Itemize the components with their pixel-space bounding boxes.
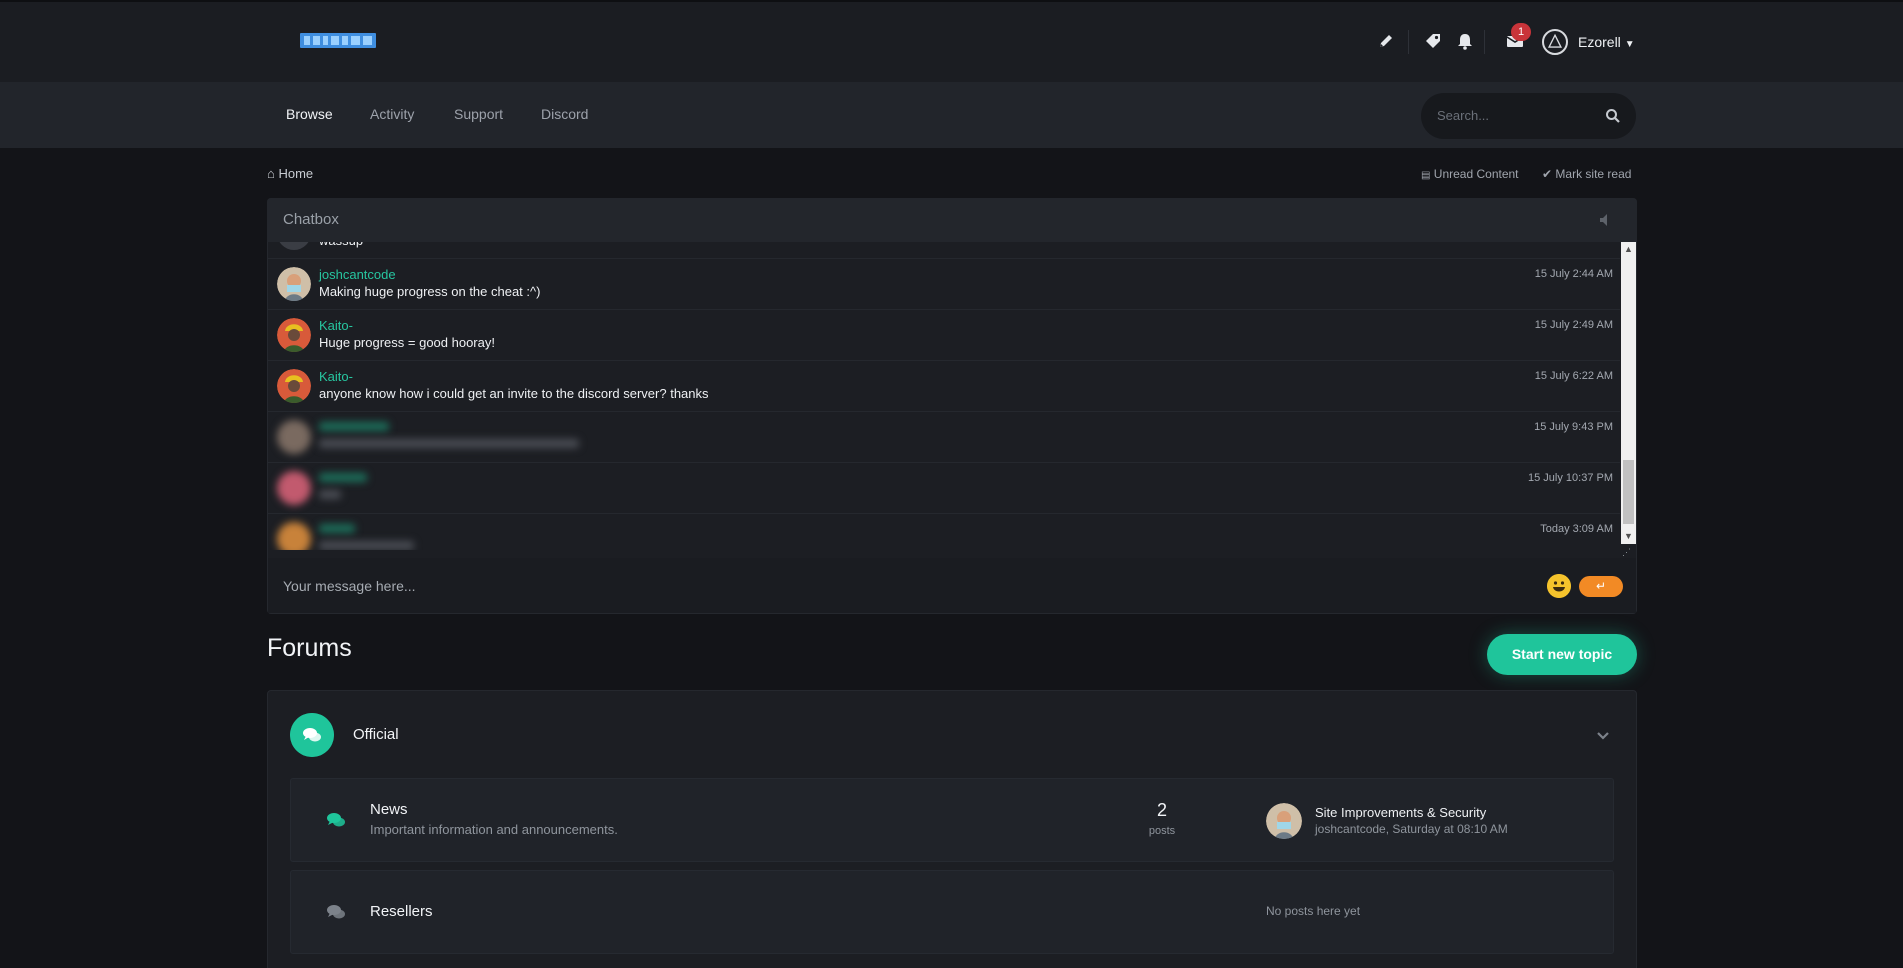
chevron-down-icon[interactable] <box>1596 729 1610 743</box>
forum-row-resellers[interactable] <box>290 870 1614 954</box>
caret-down-icon: ▼ <box>1624 39 1635 50</box>
pencil-icon[interactable] <box>1376 31 1396 51</box>
breadcrumb-home[interactable]: ⌂ Home <box>267 166 313 181</box>
mark-site-read-link[interactable]: ✔ Mark site read <box>1542 167 1631 181</box>
nav-discord[interactable]: Discord <box>541 106 588 122</box>
chat-timestamp: Today 3:09 AM <box>1540 523 1613 535</box>
chatbox-header <box>267 198 1637 242</box>
chat-username[interactable]: Kaito- <box>319 369 353 384</box>
nav-activity[interactable]: Activity <box>370 106 414 122</box>
breadcrumb-home-label: Home <box>278 166 314 181</box>
chat-timestamp: 15 July 9:43 PM <box>1534 421 1613 433</box>
user-avatar-icon[interactable] <box>1542 29 1568 55</box>
forum-row-news[interactable] <box>290 778 1614 862</box>
home-icon: ⌂ <box>267 166 275 181</box>
chat-username[interactable]: joshcantcode <box>319 267 396 282</box>
blurred-username <box>319 422 389 431</box>
chat-message-text: wassup <box>319 242 363 248</box>
forum-description: Important information and announcements. <box>370 822 618 837</box>
last-post-meta: joshcantcode, Saturday at 08:10 AM <box>1315 822 1508 836</box>
avatar[interactable] <box>277 471 311 505</box>
avatar[interactable] <box>277 522 311 550</box>
nav-browse[interactable]: Browse <box>286 106 333 122</box>
forum-name[interactable]: News <box>370 801 408 818</box>
nav-support[interactable]: Support <box>454 106 503 122</box>
forum-post-count-label: posts <box>1148 825 1176 837</box>
avatar[interactable] <box>277 420 311 454</box>
check-icon: ✔ <box>1542 167 1553 181</box>
unread-icon: ▤ <box>1421 170 1431 181</box>
chat-message-text: Huge progress = good hooray! <box>319 335 495 350</box>
search-input[interactable]: Search... <box>1437 108 1489 123</box>
start-new-topic-button[interactable]: Start new topic <box>1487 634 1637 675</box>
blurred-username <box>319 524 355 533</box>
scroll-up-icon[interactable]: ▲ <box>1623 243 1634 255</box>
chat-username[interactable]: Kaito- <box>319 318 353 333</box>
username-label: Ezorell <box>1578 34 1621 50</box>
chat-message: Kaito- anyone know how i could get an in… <box>268 361 1620 412</box>
last-post-title[interactable]: Site Improvements & Security <box>1315 805 1486 820</box>
header-divider <box>1408 30 1409 54</box>
category-name[interactable]: Official <box>353 726 399 743</box>
chat-message: Kaito- Huge progress = good hooray! 15 J… <box>268 310 1620 361</box>
chat-message: 15 July 10:37 PM <box>268 463 1620 514</box>
username-dropdown[interactable]: Ezorell ▼ <box>1578 34 1635 50</box>
avatar[interactable] <box>277 267 311 301</box>
chat-scrollbar-thumb[interactable] <box>1623 460 1634 524</box>
chat-message: 15 July 9:43 PM <box>268 412 1620 463</box>
comments-icon <box>327 813 345 827</box>
chat-message-input[interactable] <box>275 567 1625 605</box>
chat-message: Today 3:09 AM <box>268 514 1620 550</box>
blurred-text <box>319 541 414 550</box>
emoji-icon[interactable] <box>1547 574 1571 598</box>
comments-icon <box>290 713 334 757</box>
notification-badge: 1 <box>1511 23 1531 41</box>
chat-message-text: Making huge progress on the cheat :^) <box>319 284 541 299</box>
forum-post-count: 2 <box>1156 800 1167 820</box>
resize-grip-icon[interactable]: ⋰ <box>1622 548 1634 557</box>
no-posts-label: No posts here yet <box>1266 904 1361 918</box>
chat-messages[interactable]: wassup joshcantcode Making huge progress… <box>268 242 1620 550</box>
chat-timestamp: 15 July 10:37 PM <box>1528 472 1613 484</box>
scroll-down-icon[interactable]: ▼ <box>1623 530 1634 542</box>
blurred-text <box>319 439 579 448</box>
blurred-username <box>319 473 367 482</box>
avatar[interactable] <box>277 318 311 352</box>
tag-icon[interactable] <box>1423 31 1443 51</box>
send-button[interactable]: ↵ <box>1579 576 1623 597</box>
comments-icon <box>327 905 345 919</box>
chat-timestamp: 15 July 6:22 AM <box>1534 370 1613 382</box>
blurred-text <box>319 490 341 499</box>
unread-content-label: Unread Content <box>1433 167 1519 181</box>
bell-icon[interactable] <box>1455 31 1475 51</box>
chat-message-text: anyone know how i could get an invite to… <box>319 386 709 401</box>
site-logo[interactable] <box>300 31 376 50</box>
forums-heading: Forums <box>267 634 352 662</box>
avatar[interactable] <box>277 369 311 403</box>
chatbox-title: Chatbox <box>283 211 339 228</box>
chat-timestamp: 15 July 2:49 AM <box>1534 319 1613 331</box>
search-icon[interactable] <box>1604 107 1622 125</box>
avatar[interactable] <box>277 242 311 250</box>
avatar[interactable] <box>1266 803 1302 839</box>
mark-site-read-label: Mark site read <box>1555 167 1632 181</box>
header-divider <box>1484 30 1485 54</box>
chat-timestamp: 15 July 2:44 AM <box>1534 268 1613 280</box>
speaker-icon[interactable] <box>1598 213 1612 227</box>
forum-name[interactable]: Resellers <box>370 903 433 920</box>
unread-content-link[interactable]: ▤ Unread Content <box>1421 167 1519 181</box>
chat-message: joshcantcode Making huge progress on the… <box>268 259 1620 310</box>
chat-message: wassup <box>268 242 1620 259</box>
